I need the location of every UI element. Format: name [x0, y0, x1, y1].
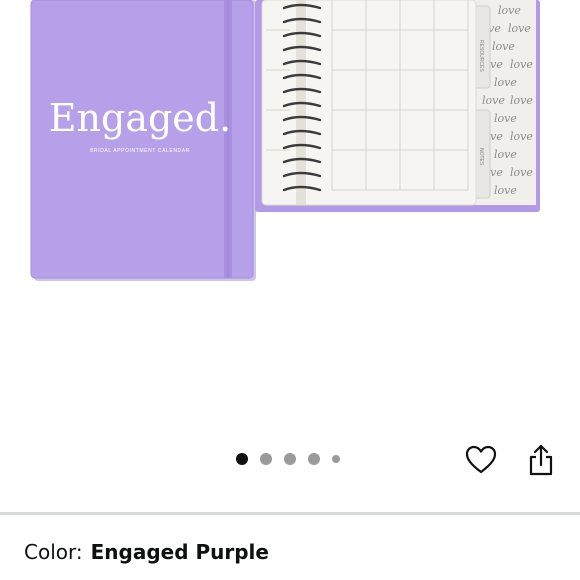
svg-text:love: love — [494, 148, 517, 161]
heart-icon — [465, 445, 497, 474]
color-variant: Color: Engaged Purple — [24, 540, 269, 564]
svg-text:love: love — [494, 184, 517, 197]
svg-text:love: love — [494, 76, 517, 89]
tab-resources-label: RESOURCES — [478, 40, 484, 72]
svg-text:love: love — [510, 94, 533, 107]
product-image[interactable]: Engaged. BRIDAL APPOINTMENT CALENDAR lov… — [0, 0, 580, 440]
planner-photo: Engaged. BRIDAL APPOINTMENT CALENDAR lov… — [30, 0, 540, 281]
cover-title: Engaged. — [49, 96, 231, 140]
svg-text:love: love — [498, 4, 521, 17]
svg-text:love: love — [510, 166, 533, 179]
cover-subtitle: BRIDAL APPOINTMENT CALENDAR — [90, 148, 190, 154]
svg-text:love: love — [494, 112, 517, 125]
image-carousel-indicators — [236, 453, 352, 465]
share-button[interactable] — [521, 440, 561, 480]
svg-text:love: love — [492, 40, 515, 53]
svg-text:love: love — [482, 94, 505, 107]
color-label: Color: — [24, 540, 83, 564]
wishlist-button[interactable] — [461, 440, 501, 480]
carousel-dot-3[interactable] — [284, 453, 296, 465]
carousel-dot-4[interactable] — [308, 453, 320, 465]
color-value: Engaged Purple — [90, 540, 269, 564]
carousel-dot-1[interactable] — [236, 453, 248, 465]
svg-text:love: love — [510, 58, 533, 71]
section-divider — [0, 512, 580, 515]
carousel-dot-5[interactable] — [332, 455, 340, 463]
tab-notes-label: NOTES — [478, 148, 484, 166]
svg-text:love: love — [510, 130, 533, 143]
carousel-dot-2[interactable] — [260, 453, 272, 465]
share-icon — [529, 444, 553, 476]
svg-text:love: love — [508, 22, 531, 35]
